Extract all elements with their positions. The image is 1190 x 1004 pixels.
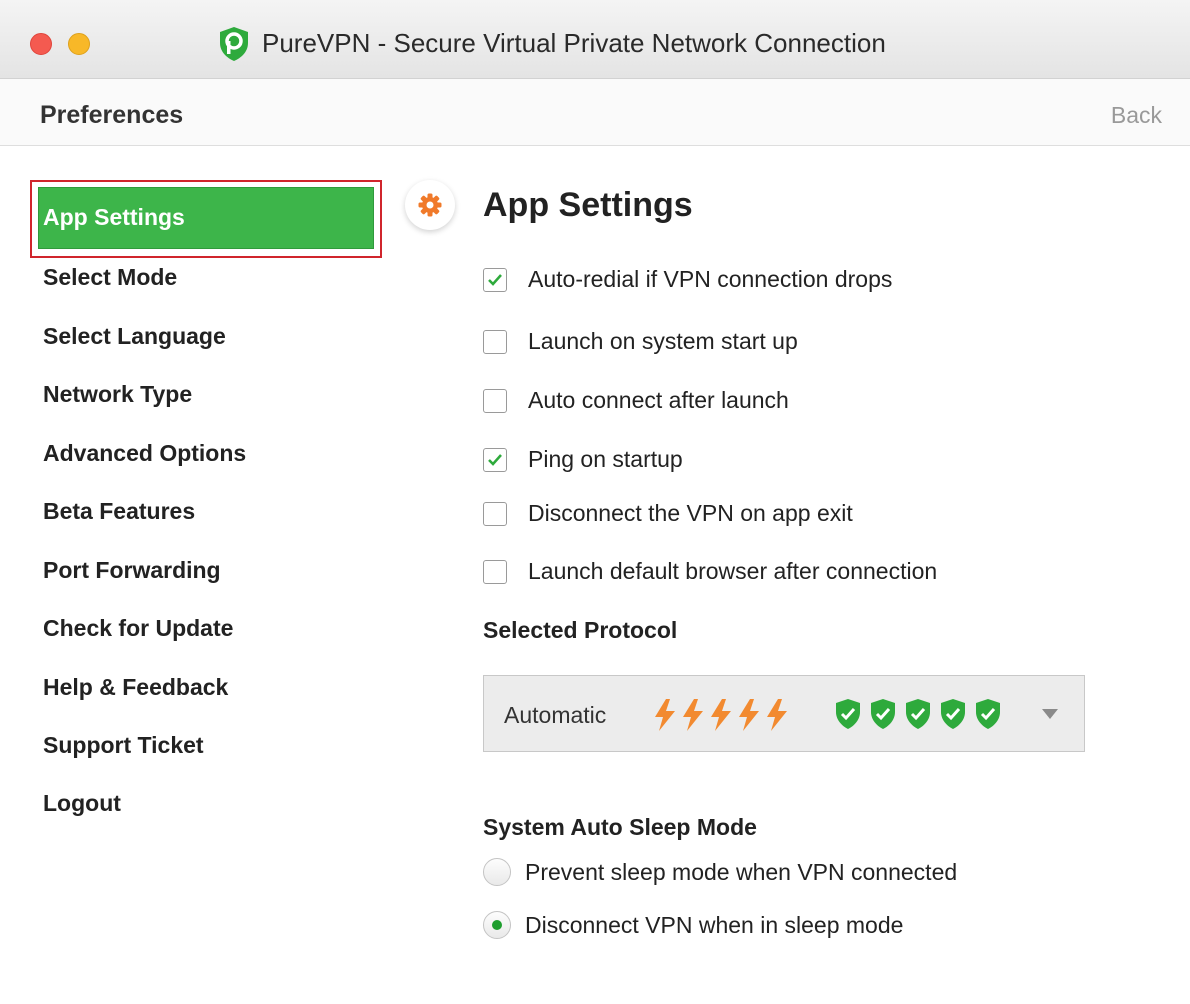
radio-selected-dot	[492, 920, 502, 930]
radio-label: Prevent sleep mode when VPN connected	[525, 859, 958, 885]
checkbox[interactable]	[483, 389, 507, 413]
purevpn-shield-logo-icon	[220, 27, 248, 61]
checkbox-label: Disconnect the VPN on app exit	[528, 500, 853, 526]
protocol-selected-value: Automatic	[504, 702, 607, 728]
window-title: PureVPN - Secure Virtual Private Network…	[262, 28, 886, 58]
shield-check-icon	[976, 699, 1000, 729]
sidebar-item-port-forwarding[interactable]: Port Forwarding	[43, 557, 221, 584]
sidebar-item-beta-features[interactable]: Beta Features	[43, 498, 195, 525]
checkbox-label: Launch on system start up	[528, 328, 798, 354]
sidebar-item-check-for-update[interactable]: Check for Update	[43, 615, 233, 642]
protocol-heading: Selected Protocol	[483, 617, 678, 643]
checkmark-icon	[488, 454, 502, 466]
sidebar-item-support-ticket[interactable]: Support Ticket	[43, 732, 204, 759]
checkbox-label: Launch default browser after connection	[528, 558, 938, 584]
checkbox[interactable]	[483, 448, 507, 472]
sidebar-item-label: App Settings	[43, 204, 185, 230]
sidebar-item-advanced-options[interactable]: Advanced Options	[43, 440, 246, 467]
shield-check-icon	[941, 699, 965, 729]
lightning-bolt-icon	[683, 699, 703, 731]
shield-check-icon	[871, 699, 895, 729]
checkmark-icon	[488, 274, 502, 286]
lightning-bolt-icon	[739, 699, 759, 731]
sleep-mode-heading: System Auto Sleep Mode	[483, 814, 757, 840]
sidebar-item-select-language[interactable]: Select Language	[43, 323, 226, 350]
checkbox-label: Auto-redial if VPN connection drops	[528, 266, 893, 292]
radio-button[interactable]	[483, 911, 511, 939]
close-dot-icon[interactable]	[30, 33, 52, 55]
sidebar-item-app-settings[interactable]: App Settings	[38, 187, 374, 249]
checkbox-label: Auto connect after launch	[528, 387, 789, 413]
checkbox[interactable]	[483, 560, 507, 584]
lightning-bolt-icon	[711, 699, 731, 731]
sidebar-item-select-mode[interactable]: Select Mode	[43, 264, 177, 291]
minimize-dot-icon[interactable]	[68, 33, 90, 55]
checkbox[interactable]	[483, 268, 507, 292]
preferences-header: Preferences Back	[0, 79, 1190, 146]
shield-check-icon	[836, 699, 860, 729]
chevron-down-icon[interactable]	[1042, 709, 1058, 719]
window-titlebar: PureVPN - Secure Virtual Private Network…	[0, 0, 1190, 79]
protocol-dropdown[interactable]: Automatic	[483, 675, 1085, 752]
back-button[interactable]: Back	[1111, 102, 1162, 129]
page-title: Preferences	[40, 101, 184, 129]
checkbox-label: Ping on startup	[528, 446, 683, 472]
sidebar-item-logout[interactable]: Logout	[43, 790, 121, 817]
checkbox[interactable]	[483, 502, 507, 526]
radio-label: Disconnect VPN when in sleep mode	[525, 912, 904, 938]
lightning-bolt-icon	[767, 699, 787, 731]
shield-check-icon	[906, 699, 930, 729]
checkbox[interactable]	[483, 330, 507, 354]
gear-icon	[405, 180, 455, 230]
sidebar-item-network-type[interactable]: Network Type	[43, 381, 192, 408]
radio-button[interactable]	[483, 858, 511, 886]
sidebar-item-help-feedback[interactable]: Help & Feedback	[43, 674, 228, 701]
section-title: App Settings	[483, 186, 693, 224]
lightning-bolt-icon	[655, 699, 675, 731]
